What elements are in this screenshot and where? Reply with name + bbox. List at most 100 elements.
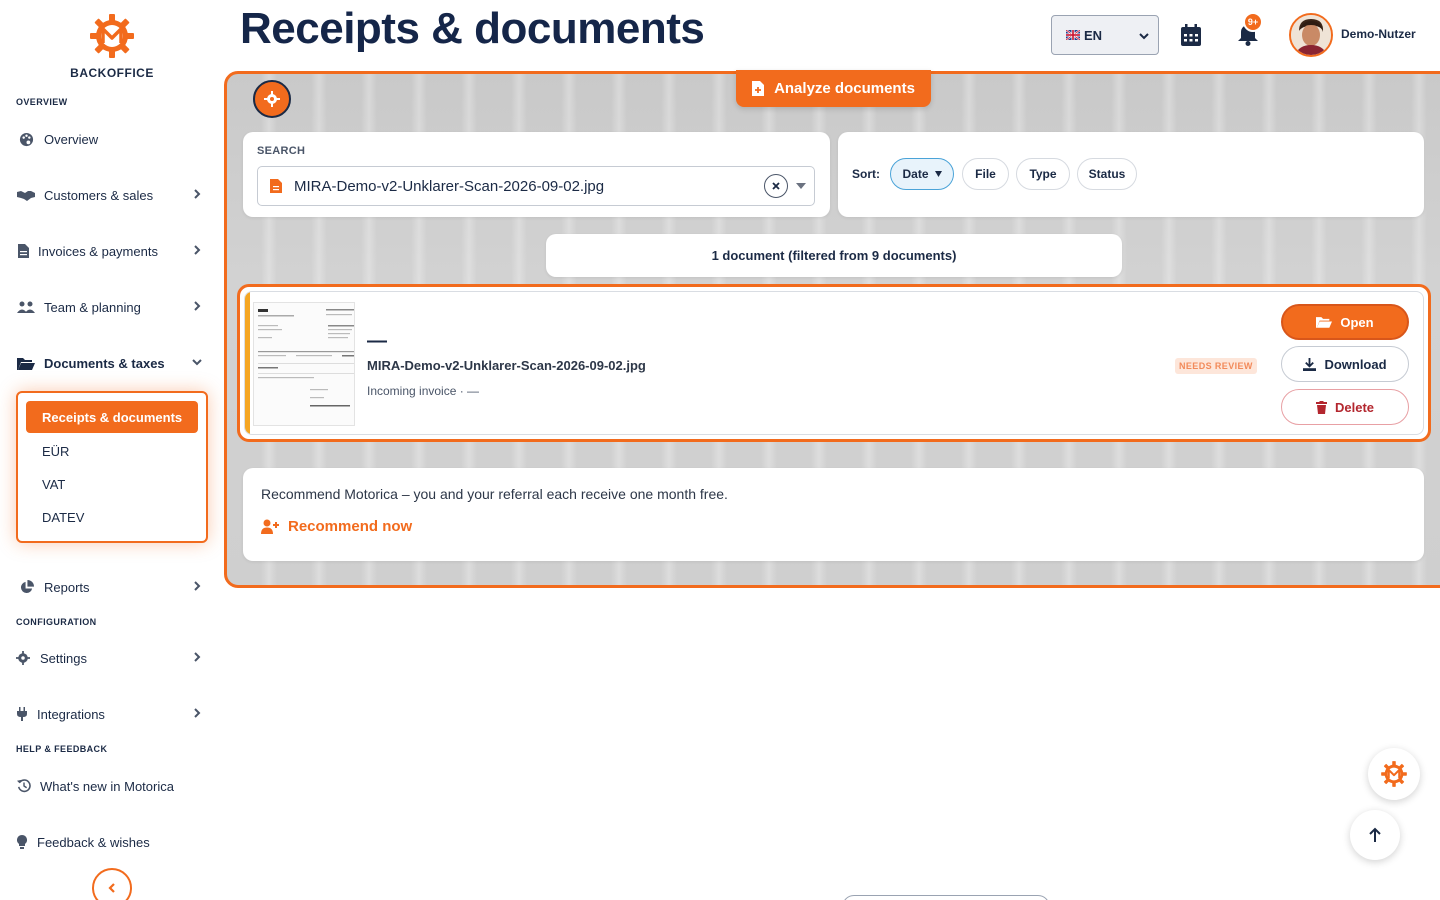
- uk-flag-icon: [1066, 30, 1080, 40]
- caret-down-icon[interactable]: [796, 183, 806, 189]
- search-card: SEARCH MIRA-Demo-v2-Unklarer-Scan-2026-0…: [243, 132, 830, 217]
- trash-icon: [1315, 400, 1327, 414]
- sort-option-date[interactable]: Date: [890, 158, 954, 190]
- download-label: Download: [1324, 356, 1387, 372]
- submenu-item-receipts[interactable]: Receipts & documents: [26, 401, 198, 433]
- chevron-left-icon: [108, 883, 115, 893]
- analyze-documents-label: Analyze documents: [774, 80, 915, 97]
- documents-submenu: Receipts & documents EÜR VAT DATEV: [16, 391, 208, 543]
- close-icon: [772, 182, 780, 190]
- avatar[interactable]: [1289, 13, 1333, 57]
- analyze-documents-button[interactable]: Analyze documents: [736, 70, 931, 107]
- chevron-right-icon: [194, 301, 201, 311]
- invoice-scan-preview: [254, 303, 354, 425]
- chevron-down-icon: [1139, 33, 1149, 40]
- result-count-text: 1 document (filtered from 9 documents): [711, 248, 957, 263]
- sidebar-item-reports[interactable]: Reports: [16, 573, 208, 601]
- language-value: EN: [1084, 27, 1103, 43]
- sidebar-item-label: Overview: [44, 131, 99, 147]
- sidebar-item-overview[interactable]: Overview: [16, 125, 208, 153]
- settings-gear-button[interactable]: [253, 80, 291, 118]
- scroll-to-top-button[interactable]: [1350, 810, 1400, 860]
- sidebar-item-feedback[interactable]: Feedback & wishes: [16, 828, 208, 856]
- language-select[interactable]: EN: [1051, 15, 1159, 55]
- plug-icon: [16, 706, 28, 722]
- document-card[interactable]: — MIRA-Demo-v2-Unklarer-Scan-2026-09-02.…: [237, 284, 1431, 442]
- download-icon: [1303, 357, 1317, 371]
- submenu-item-vat[interactable]: VAT: [42, 477, 65, 492]
- username[interactable]: Demo-Nutzer: [1341, 27, 1416, 41]
- sidebar-item-label: Settings: [40, 650, 87, 666]
- clear-search-button[interactable]: [764, 174, 788, 198]
- sidebar-item-settings[interactable]: Settings: [16, 644, 208, 672]
- sidebar-item-label: Invoices & payments: [38, 243, 158, 259]
- document-title: —: [367, 330, 387, 352]
- chevron-right-icon: [194, 652, 201, 662]
- search-input[interactable]: MIRA-Demo-v2-Unklarer-Scan-2026-09-02.jp…: [257, 166, 815, 206]
- chevron-right-icon: [194, 189, 201, 199]
- chevron-right-icon: [194, 245, 201, 255]
- sort-card: Sort: Date File Type Status: [838, 132, 1424, 217]
- sort-option-label: Date: [902, 167, 929, 181]
- document-meta: Incoming invoice · —: [367, 384, 480, 398]
- sort-option-label: Type: [1029, 167, 1057, 181]
- history-icon: [16, 778, 32, 794]
- delete-button[interactable]: Delete: [1281, 389, 1409, 425]
- sidebar-item-label: What's new in Motorica: [40, 778, 174, 794]
- gear-icon: [16, 650, 30, 666]
- calendar-icon[interactable]: [1181, 24, 1201, 46]
- motorica-logo-icon: [1381, 761, 1407, 787]
- download-button[interactable]: Download: [1281, 346, 1409, 382]
- sidebar: BACKOFFICE OVERVIEW Overview Customers &…: [0, 0, 224, 900]
- page-title: Receipts & documents: [240, 4, 705, 53]
- sort-option-label: File: [975, 167, 996, 181]
- sidebar-item-integrations[interactable]: Integrations: [16, 700, 208, 728]
- sort-option-type[interactable]: Type: [1016, 158, 1070, 190]
- motorica-logo-icon[interactable]: [88, 12, 136, 60]
- lightbulb-icon: [16, 834, 28, 850]
- palette-icon: [16, 131, 36, 147]
- open-label: Open: [1340, 314, 1374, 330]
- sidebar-item-label: Documents & taxes: [44, 355, 165, 371]
- section-label-help: HELP & FEEDBACK: [16, 744, 108, 754]
- sidebar-item-label: Team & planning: [44, 299, 141, 315]
- section-label-configuration: CONFIGURATION: [16, 617, 97, 627]
- search-label: SEARCH: [257, 145, 306, 157]
- assistant-button[interactable]: [1368, 748, 1420, 800]
- document-card-inner: — MIRA-Demo-v2-Unklarer-Scan-2026-09-02.…: [244, 291, 1424, 435]
- chevron-right-icon: [194, 708, 201, 718]
- delete-label: Delete: [1334, 399, 1375, 415]
- sort-option-file[interactable]: File: [962, 158, 1009, 190]
- caret-down-icon: [934, 171, 942, 177]
- recommend-now-label: Recommend now: [288, 518, 413, 535]
- users-icon: [16, 299, 36, 315]
- sidebar-item-label: Integrations: [37, 706, 105, 722]
- file-icon: [270, 179, 282, 193]
- sidebar-item-whats-new[interactable]: What's new in Motorica: [16, 772, 208, 800]
- handshake-icon: [16, 187, 36, 203]
- sidebar-item-team[interactable]: Team & planning: [16, 293, 208, 321]
- result-count: 1 document (filtered from 9 documents): [546, 234, 1122, 277]
- pie-chart-icon: [16, 579, 36, 595]
- user-photo-icon: [1291, 15, 1331, 55]
- chevron-down-icon: [192, 359, 202, 366]
- sidebar-item-label: Feedback & wishes: [37, 834, 150, 850]
- open-button[interactable]: Open: [1281, 304, 1409, 340]
- status-badge: NEEDS REVIEW: [1175, 358, 1257, 374]
- notification-badge: 9+: [1243, 12, 1263, 32]
- sidebar-item-documents[interactable]: Documents & taxes: [16, 349, 208, 377]
- sidebar-collapse-button[interactable]: [92, 868, 132, 900]
- recommend-now-link[interactable]: Recommend now: [261, 518, 412, 535]
- document-thumbnail[interactable]: [253, 302, 355, 426]
- submenu-item-eur[interactable]: EÜR: [42, 444, 69, 459]
- brand-label: BACKOFFICE: [70, 66, 154, 80]
- folder-open-icon: [16, 355, 36, 371]
- submenu-item-datev[interactable]: DATEV: [42, 510, 84, 525]
- sidebar-item-invoices[interactable]: Invoices & payments: [16, 237, 208, 265]
- sort-option-status[interactable]: Status: [1077, 158, 1137, 190]
- search-value: MIRA-Demo-v2-Unklarer-Scan-2026-09-02.jp…: [294, 177, 605, 195]
- document-filename: MIRA-Demo-v2-Unklarer-Scan-2026-09-02.jp…: [367, 358, 646, 373]
- sort-label: Sort:: [852, 167, 880, 181]
- file-plus-icon: [752, 81, 765, 96]
- sidebar-item-customers[interactable]: Customers & sales: [16, 181, 208, 209]
